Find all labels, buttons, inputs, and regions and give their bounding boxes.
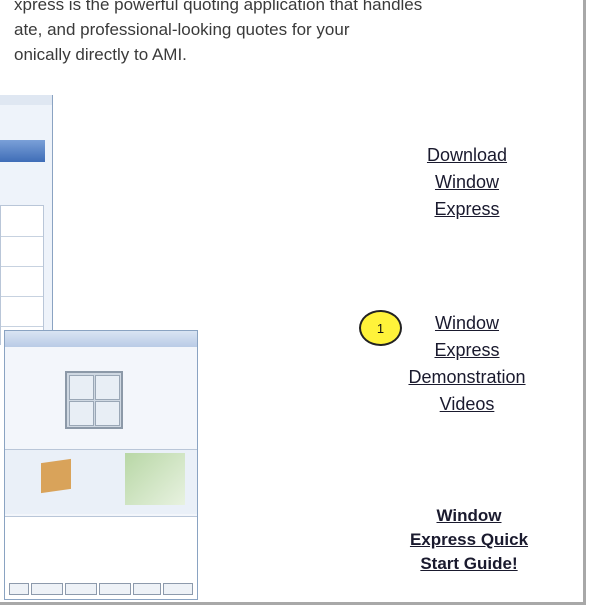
download-window-express-link[interactable]: Download Window Express (412, 142, 522, 223)
product-box-image (41, 458, 71, 494)
screenshot-window-title (5, 331, 197, 347)
quick-start-guide-link[interactable]: Window Express Quick Start Guide! (384, 504, 554, 576)
step-marker-badge: 1 (359, 310, 402, 346)
link-line: Demonstration (408, 367, 526, 387)
link-line: Window (434, 172, 500, 192)
app-screenshot-partial (0, 95, 53, 345)
screenshot-panel (0, 205, 44, 345)
demonstration-videos-link[interactable]: Window Express Demonstration Videos (394, 310, 540, 418)
link-line: Download (426, 145, 508, 165)
link-line: Window (436, 506, 502, 525)
link-line: Express (434, 199, 500, 219)
intro-paragraph: xpress is the powerful quoting applicati… (14, 0, 574, 67)
link-line: Start Guide! (420, 554, 518, 573)
window-diagram-image (65, 371, 123, 429)
app-screenshot (4, 330, 198, 600)
screenshot-ribbon (0, 140, 45, 162)
screenshot-image (125, 453, 185, 505)
link-line: Express (434, 340, 500, 360)
screenshot-buttons (9, 583, 193, 595)
link-line: Window (434, 313, 500, 333)
intro-line-1: xpress is the powerful quoting applicati… (14, 0, 423, 14)
intro-line-2: ate, and professional-looking quotes for… (14, 20, 350, 39)
link-line: Videos (439, 394, 495, 414)
content-frame: xpress is the powerful quoting applicati… (0, 0, 586, 605)
link-line: Express Quick (409, 530, 529, 549)
screenshot-header (11, 349, 191, 363)
screenshot-titlebar (0, 95, 52, 105)
intro-line-3: onically directly to AMI. (14, 45, 187, 64)
